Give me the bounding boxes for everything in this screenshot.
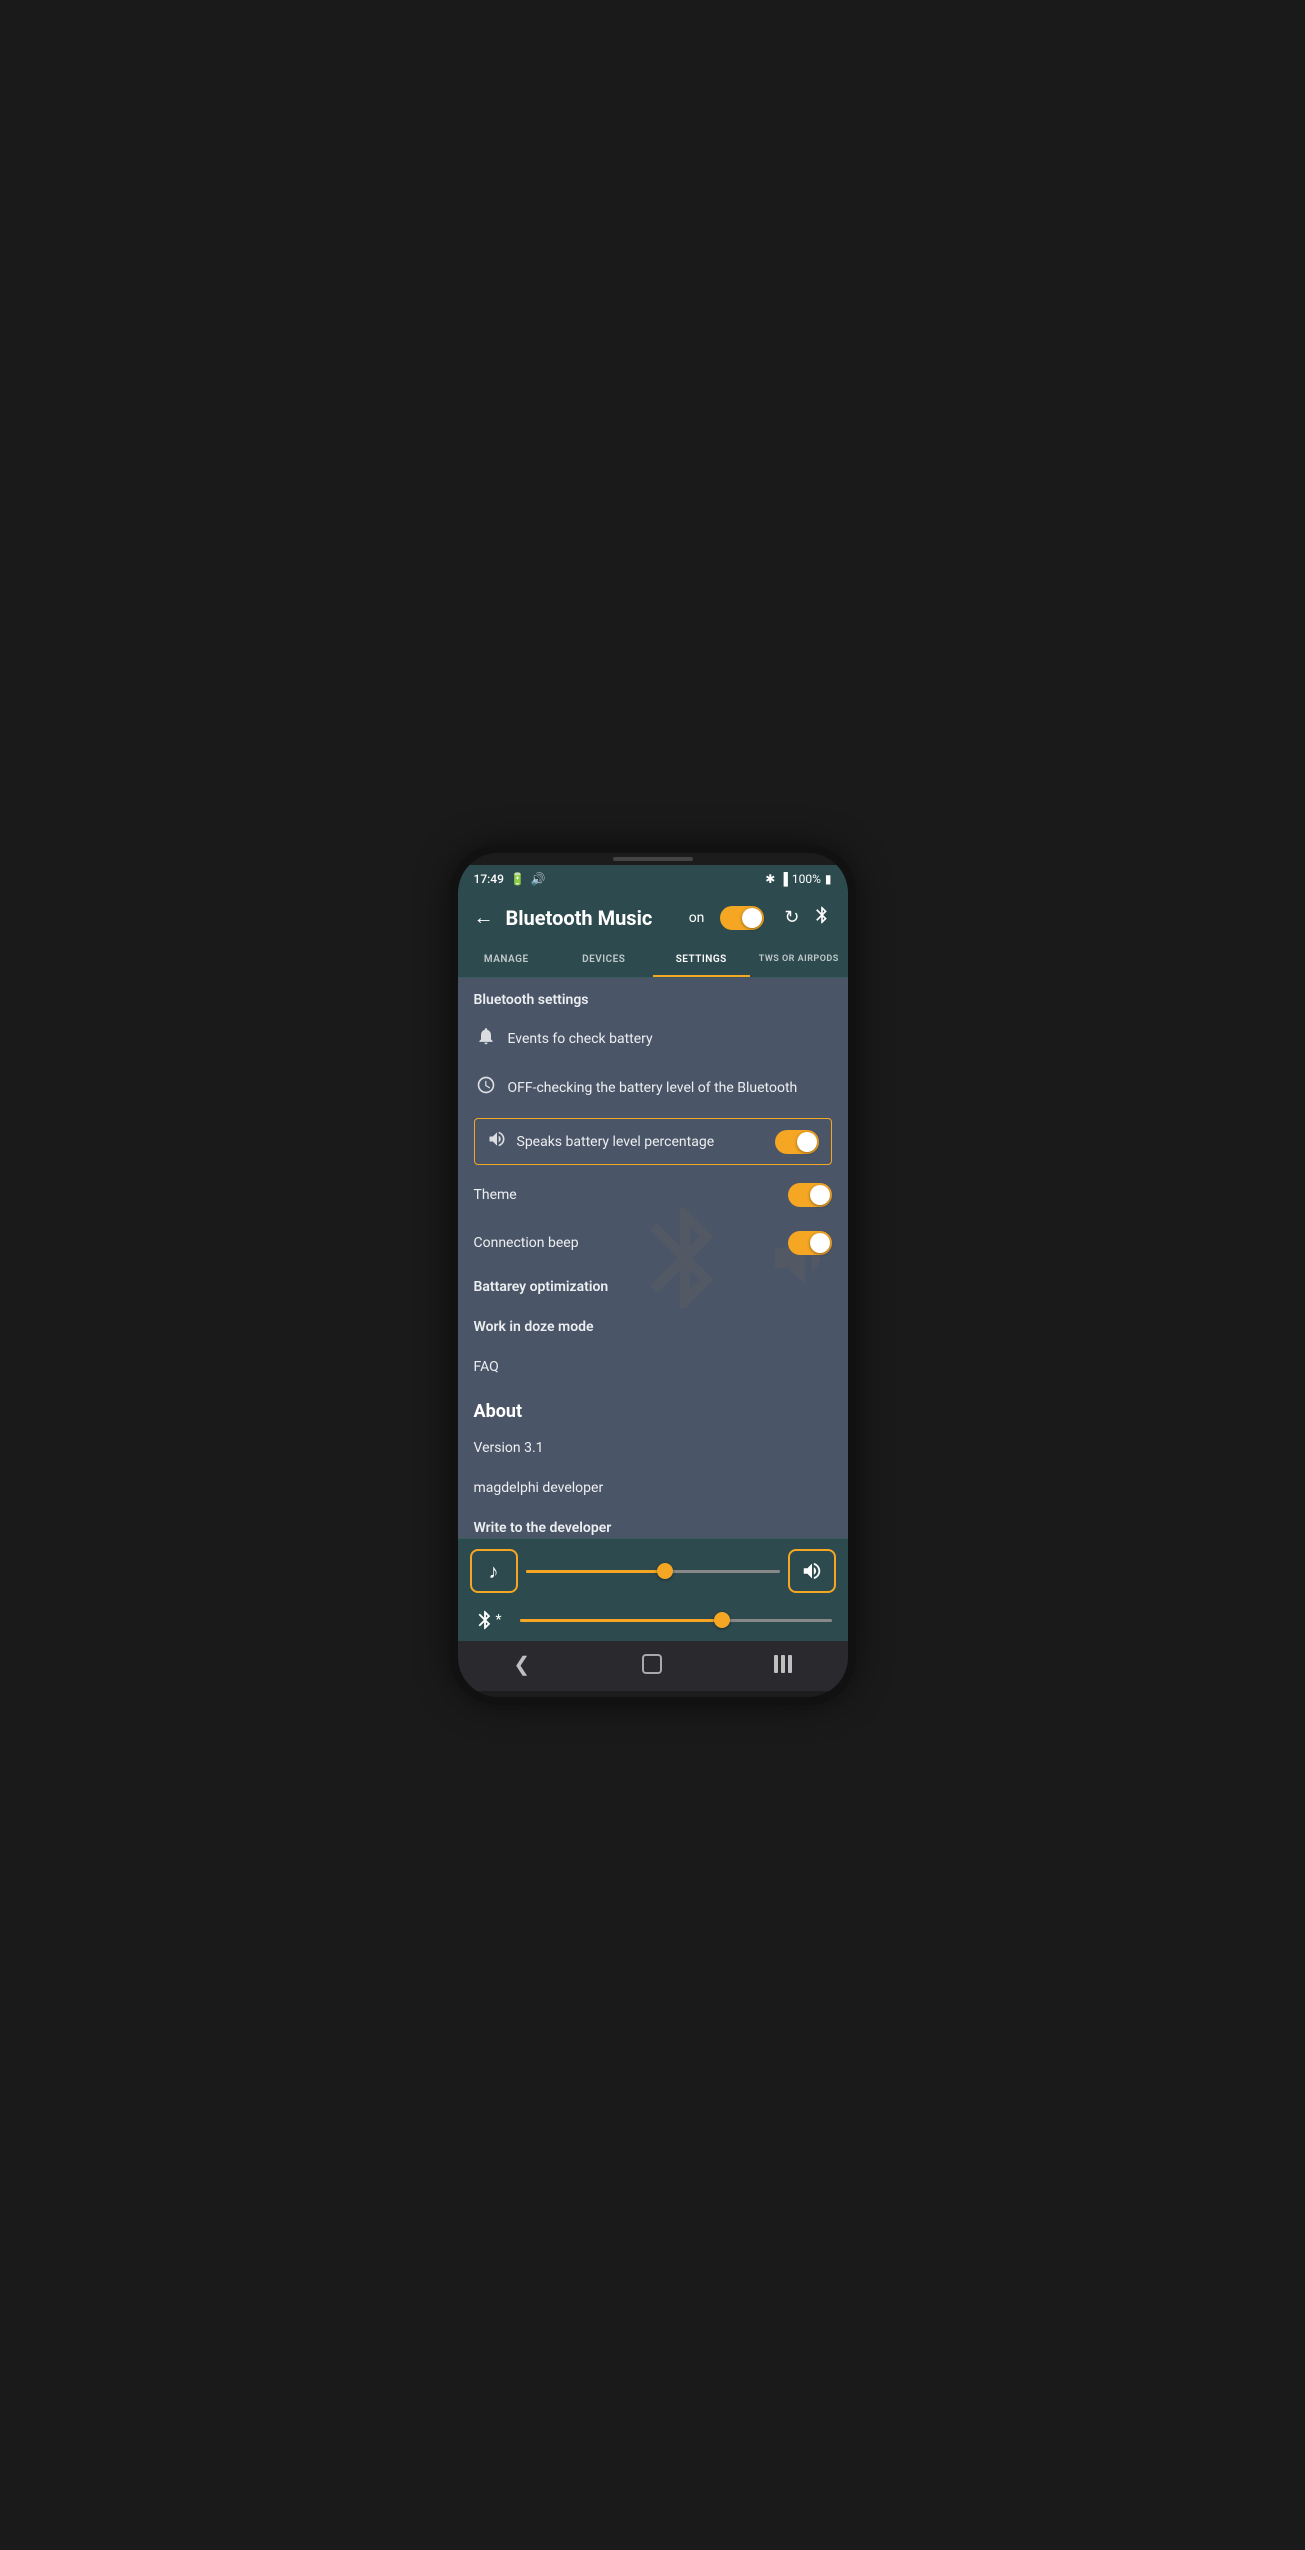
developer-text: magdelphi developer xyxy=(474,1480,832,1496)
speaks-toggle[interactable] xyxy=(775,1130,819,1154)
off-checking-text: OFF-checking the battery level of the Bl… xyxy=(508,1080,832,1096)
faq-item[interactable]: FAQ xyxy=(458,1347,848,1387)
battery-device-icon: 🔋 xyxy=(510,872,525,886)
signal-icon: ▐ xyxy=(779,872,788,886)
volume-status-icon: 🔊 xyxy=(531,872,546,886)
theme-item[interactable]: Theme xyxy=(458,1171,848,1219)
volume-button[interactable] xyxy=(788,1549,836,1593)
app-title: Bluetooth Music xyxy=(506,906,677,930)
bt-row-icon: * xyxy=(474,1609,502,1631)
status-left: 17:49 🔋 🔊 xyxy=(474,872,546,886)
nav-bar: ❮ xyxy=(458,1641,848,1691)
music-button[interactable]: ♪ xyxy=(470,1549,518,1593)
speaker-icon xyxy=(487,1129,507,1154)
about-text: About xyxy=(474,1401,523,1422)
events-battery-item[interactable]: Events fo check battery xyxy=(458,1014,848,1063)
time: 17:49 xyxy=(474,872,504,886)
music-volume-row: ♪ xyxy=(458,1539,848,1603)
music-slider-fill xyxy=(526,1570,666,1573)
theme-text: Theme xyxy=(474,1187,778,1203)
developer-item: magdelphi developer xyxy=(458,1468,848,1508)
music-slider-thumb[interactable] xyxy=(657,1563,673,1579)
volume-icon xyxy=(801,1560,823,1582)
main-toggle[interactable] xyxy=(720,906,764,930)
speaks-toggle-knob xyxy=(797,1132,817,1152)
battery-percent: 100% xyxy=(792,872,821,886)
events-battery-text: Events fo check battery xyxy=(508,1031,832,1047)
connection-beep-toggle-knob xyxy=(810,1233,830,1253)
status-right: ✱ ▐ 100% ▮ xyxy=(765,872,831,886)
faq-text: FAQ xyxy=(474,1359,832,1375)
off-checking-item[interactable]: OFF-checking the battery level of the Bl… xyxy=(458,1063,848,1112)
bluetooth-status-icon: ✱ xyxy=(765,872,775,886)
music-slider[interactable] xyxy=(526,1570,780,1573)
back-button[interactable]: ← xyxy=(474,905,494,930)
main-toggle-knob xyxy=(742,908,762,928)
status-bar: 17:49 🔋 🔊 ✱ ▐ 100% ▮ xyxy=(458,865,848,893)
tab-manage[interactable]: MANAGE xyxy=(458,942,556,977)
music-slider-track xyxy=(526,1570,780,1573)
bell-icon xyxy=(474,1026,498,1051)
content-area: Bluetooth settings Events fo check batte… xyxy=(458,978,848,1538)
speaks-text: Speaks battery level percentage xyxy=(517,1134,775,1150)
tabs-bar: MANAGE DEVICES SETTINGS TWS OR AIRPODS xyxy=(458,942,848,978)
battery-icon: ▮ xyxy=(825,872,832,886)
clock-icon xyxy=(474,1075,498,1100)
tab-devices[interactable]: DEVICES xyxy=(555,942,653,977)
bottom-controls: ♪ * xyxy=(458,1538,848,1641)
write-dev-text: Write to the developer xyxy=(474,1520,832,1536)
connection-beep-toggle[interactable] xyxy=(788,1231,832,1255)
doze-mode-text: Work in doze mode xyxy=(474,1319,832,1335)
connection-beep-item[interactable]: Connection beep xyxy=(458,1219,848,1267)
doze-mode-item[interactable]: Work in doze mode xyxy=(458,1307,848,1347)
on-label: on xyxy=(689,910,705,926)
write-dev-item[interactable]: Write to the developer xyxy=(458,1508,848,1538)
nav-home-button[interactable] xyxy=(642,1654,662,1674)
battery-optimization-text: Battarey optimization xyxy=(474,1279,832,1295)
about-header: About xyxy=(458,1387,848,1428)
theme-toggle-knob xyxy=(810,1185,830,1205)
bt-slider-fill xyxy=(520,1619,723,1622)
bluetooth-settings-header: Bluetooth settings xyxy=(458,978,848,1014)
tab-settings[interactable]: SETTINGS xyxy=(653,942,751,977)
connection-beep-text: Connection beep xyxy=(474,1235,778,1251)
theme-toggle[interactable] xyxy=(788,1183,832,1207)
tab-tws[interactable]: TWS OR AIRPODS xyxy=(750,942,848,977)
version-item: Version 3.1 xyxy=(458,1428,848,1468)
bt-slider-thumb[interactable] xyxy=(714,1612,730,1628)
bt-slider-track xyxy=(520,1619,832,1622)
bt-volume-row: * xyxy=(458,1603,848,1641)
bt-slider[interactable] xyxy=(520,1619,832,1622)
music-icon: ♪ xyxy=(489,1559,499,1584)
speaks-battery-item[interactable]: Speaks battery level percentage xyxy=(474,1118,832,1165)
refresh-icon[interactable]: ↻ xyxy=(784,907,799,928)
nav-recent-button[interactable] xyxy=(774,1655,792,1673)
bluetooth-header-icon[interactable] xyxy=(812,905,832,930)
version-text: Version 3.1 xyxy=(474,1440,832,1456)
battery-optimization-item[interactable]: Battarey optimization xyxy=(458,1267,848,1307)
app-header: ← Bluetooth Music on ↻ xyxy=(458,893,848,942)
nav-back-button[interactable]: ❮ xyxy=(513,1652,530,1676)
